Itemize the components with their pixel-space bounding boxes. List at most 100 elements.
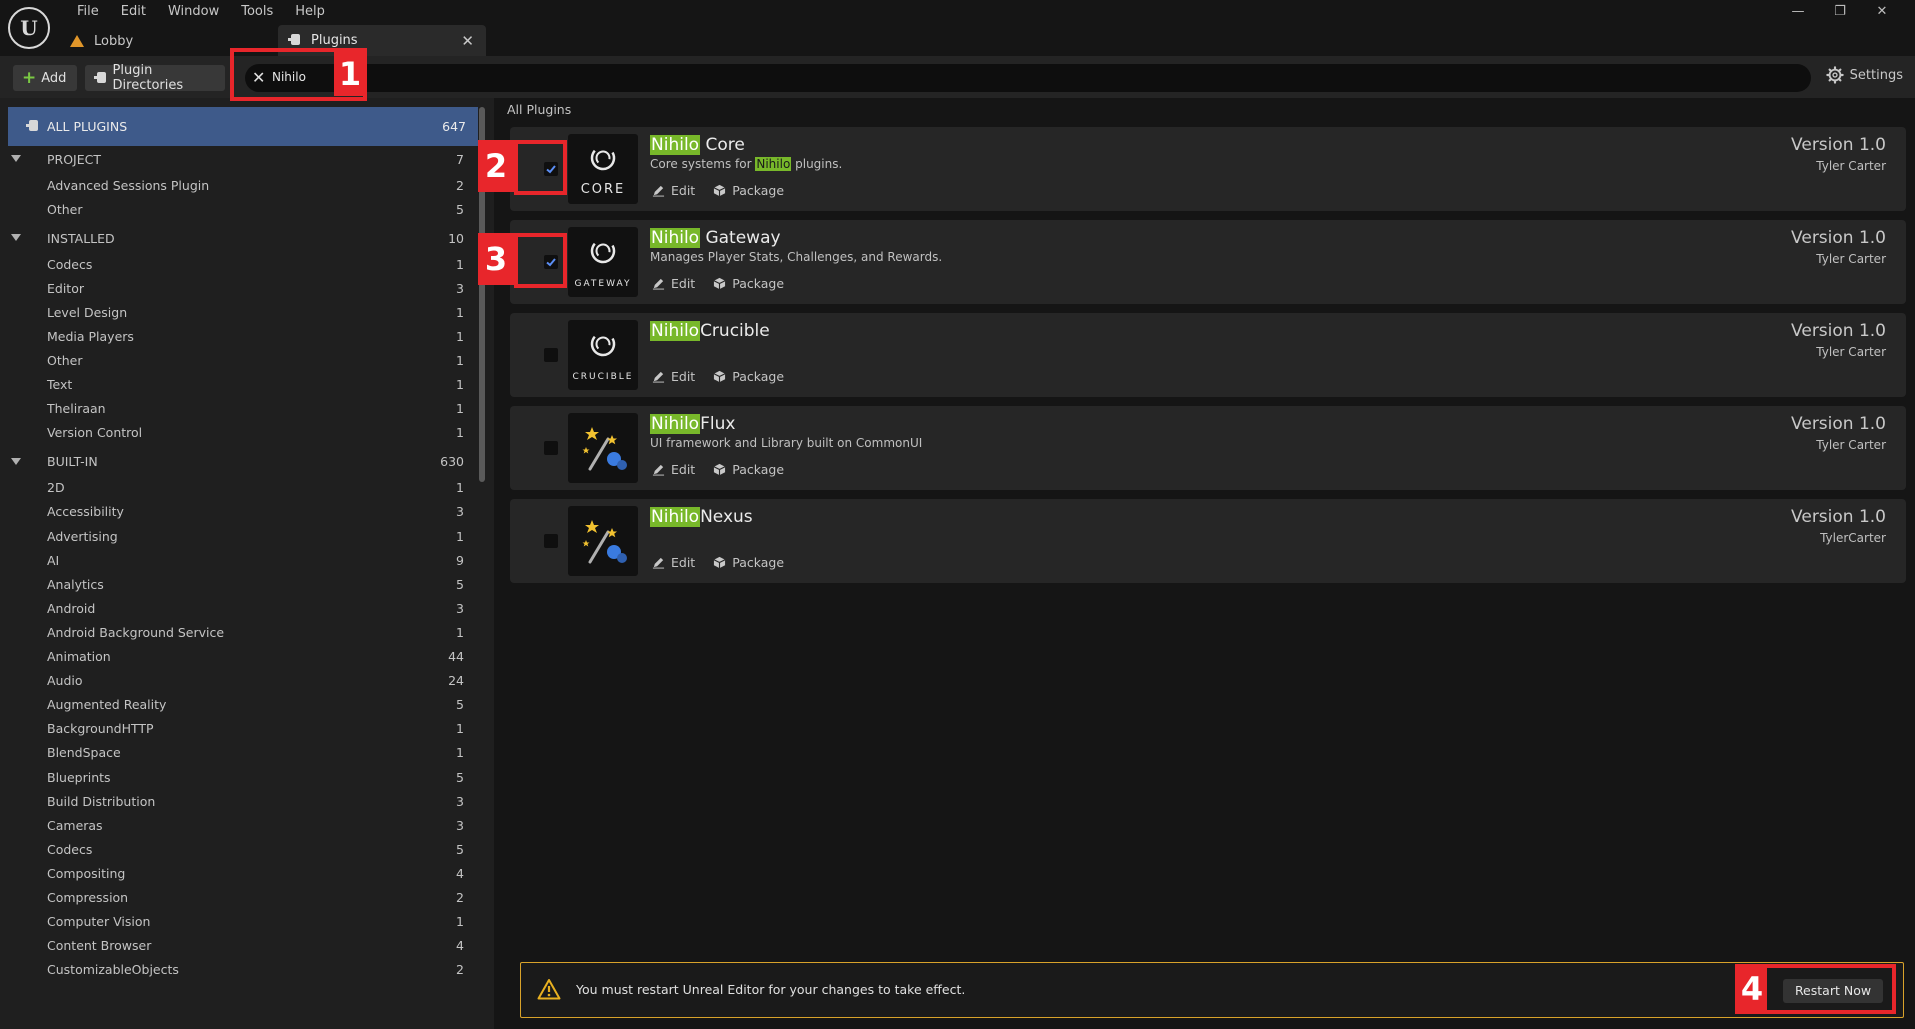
collapse-triangle-icon[interactable] [11,234,21,242]
plugin-description-text: Manages Player Stats, Challenges, and Re… [650,250,943,264]
menu-help[interactable]: Help [284,2,336,22]
sidebar-item[interactable]: Content Browser 4 [0,935,470,957]
plugin-card[interactable]: GATEWAY Nihilo Gateway Manages Player Stat… [510,220,1906,304]
restore-icon[interactable]: ❐ [1819,2,1861,22]
settings-button[interactable]: Settings [1825,66,1903,84]
minimize-icon[interactable]: — [1777,2,1819,22]
sidebar-category-header[interactable]: PROJECT 7 [0,148,470,170]
sidebar-item[interactable]: Level Design 1 [0,301,470,323]
package-button[interactable]: Package [713,462,784,477]
sidebar-item[interactable]: Android Background Service 1 [0,621,470,643]
enable-plugin-checkbox[interactable] [544,441,558,455]
sidebar-item[interactable]: BlendSpace 1 [0,742,470,764]
collapse-triangle-icon[interactable] [11,155,21,162]
sidebar-item[interactable]: Advanced Sessions Plugin 2 [0,174,470,196]
edit-button[interactable]: Edit [652,369,695,384]
plugin-card[interactable]: NihiloFlux UI framework and Library built… [510,406,1906,490]
sidebar-item[interactable]: Theliraan 1 [0,398,470,420]
sidebar-item-label: BlendSpace [47,745,121,761]
gear-icon [1825,66,1844,84]
edit-button[interactable]: Edit [652,555,695,570]
plugin-thumb-label: GATEWAY [574,279,632,289]
edit-button[interactable]: Edit [652,183,695,198]
plugin-version: Version 1.0 [1791,228,1886,248]
sidebar-item[interactable]: Analytics 5 [0,573,470,595]
add-button[interactable]: + Add [13,65,77,91]
sidebar-category-header[interactable]: BUILT-IN 630 [0,451,470,473]
sidebar-item-label: Computer Vision [47,914,151,930]
close-tab-icon[interactable]: ✕ [461,32,474,50]
sidebar-item-count: 10 [448,230,464,246]
sidebar-item[interactable]: Accessibility 3 [0,501,470,523]
sidebar-item-label: Codecs [47,256,93,272]
search-highlight: Nihilo [650,321,701,341]
menu-window[interactable]: Window [157,2,230,22]
sidebar-item[interactable]: Cameras 3 [0,814,470,836]
sidebar-item-all-plugins[interactable]: ALL PLUGINS 647 [8,107,478,146]
sidebar-item[interactable]: Animation 44 [0,646,470,668]
sidebar-item-count: 5 [456,841,464,857]
sidebar-item-count: 1 [456,721,464,737]
sidebar-item[interactable]: Other 5 [0,198,470,220]
sidebar-item[interactable]: Version Control 1 [0,422,470,444]
sidebar-item-count: 1 [456,914,464,930]
sidebar-item[interactable]: Blueprints 5 [0,766,470,788]
sidebar-item-label: Version Control [47,425,143,441]
package-icon [713,277,726,290]
sidebar-item[interactable]: Advertising 1 [0,525,470,547]
restart-notification: You must restart Unreal Editor for your … [520,962,1904,1018]
menu-tools[interactable]: Tools [230,2,284,22]
sidebar-item-label: Blueprints [47,769,111,785]
unreal-logo-icon[interactable]: U [8,7,50,49]
enable-plugin-checkbox[interactable] [544,534,558,548]
plugin-thumbnail [568,506,638,576]
package-button[interactable]: Package [713,183,784,198]
collapse-triangle-icon[interactable] [11,457,21,465]
sidebar-item[interactable]: Computer Vision 1 [0,911,470,933]
menu-edit[interactable]: Edit [110,2,157,22]
sidebar-item[interactable]: Codecs 5 [0,838,470,860]
plugin-author: Tyler Carter [1816,252,1886,266]
plugin-card[interactable]: NihiloNexus Edit Package Version 1.0 TylerCa… [510,499,1906,583]
package-icon [713,463,726,476]
sidebar-item[interactable]: Text 1 [0,374,470,396]
sidebar-item[interactable]: Other 1 [0,350,470,372]
sidebar-category-header[interactable]: INSTALLED 10 [0,227,470,249]
package-button[interactable]: Package [713,555,784,570]
sidebar-item-count: 1 [456,328,464,344]
plugin-directories-button[interactable]: Plugin Directories [85,63,225,93]
plugin-card[interactable]: CORE Nihilo Core Core systems for Nihilo p… [510,127,1906,211]
plugin-card[interactable]: CRUCIBLE NihiloCrucible Edit Package Version… [510,313,1906,397]
sidebar-item[interactable]: Compression 2 [0,887,470,909]
package-button[interactable]: Package [713,369,784,384]
sidebar-item[interactable]: Codecs 1 [0,253,470,275]
sidebar-item[interactable]: Build Distribution 3 [0,790,470,812]
close-window-icon[interactable]: ✕ [1861,2,1903,22]
sidebar-item-label: Cameras [47,817,103,833]
package-label: Package [732,276,785,291]
sidebar-item-count: 24 [448,673,464,689]
plugin-icon [288,34,303,47]
sidebar-item-label: AI [47,552,60,568]
sidebar-item[interactable]: Android 3 [0,597,470,619]
package-button[interactable]: Package [713,276,784,291]
sidebar-item[interactable]: Editor 3 [0,277,470,299]
edit-button[interactable]: Edit [652,276,695,291]
sidebar-item[interactable]: AI 9 [0,549,470,571]
all-plugins-count: 647 [442,119,466,134]
sidebar-item-count: 1 [456,425,464,441]
package-icon [713,370,726,383]
sidebar-item[interactable]: Audio 24 [0,670,470,692]
sidebar-item-label: Audio [47,673,83,689]
enable-plugin-checkbox[interactable] [544,348,558,362]
annotation-number-1: 1 [334,52,366,96]
window-controls: — ❐ ✕ [1777,2,1903,22]
sidebar-item[interactable]: Augmented Reality 5 [0,694,470,716]
sidebar-item[interactable]: BackgroundHTTP 1 [0,718,470,740]
edit-button[interactable]: Edit [652,462,695,477]
sidebar-item[interactable]: Media Players 1 [0,325,470,347]
menu-file[interactable]: File [66,2,110,22]
sidebar-item[interactable]: CustomizableObjects 2 [0,959,470,981]
sidebar-item[interactable]: 2D 1 [0,477,470,499]
sidebar-item[interactable]: Compositing 4 [0,862,470,884]
